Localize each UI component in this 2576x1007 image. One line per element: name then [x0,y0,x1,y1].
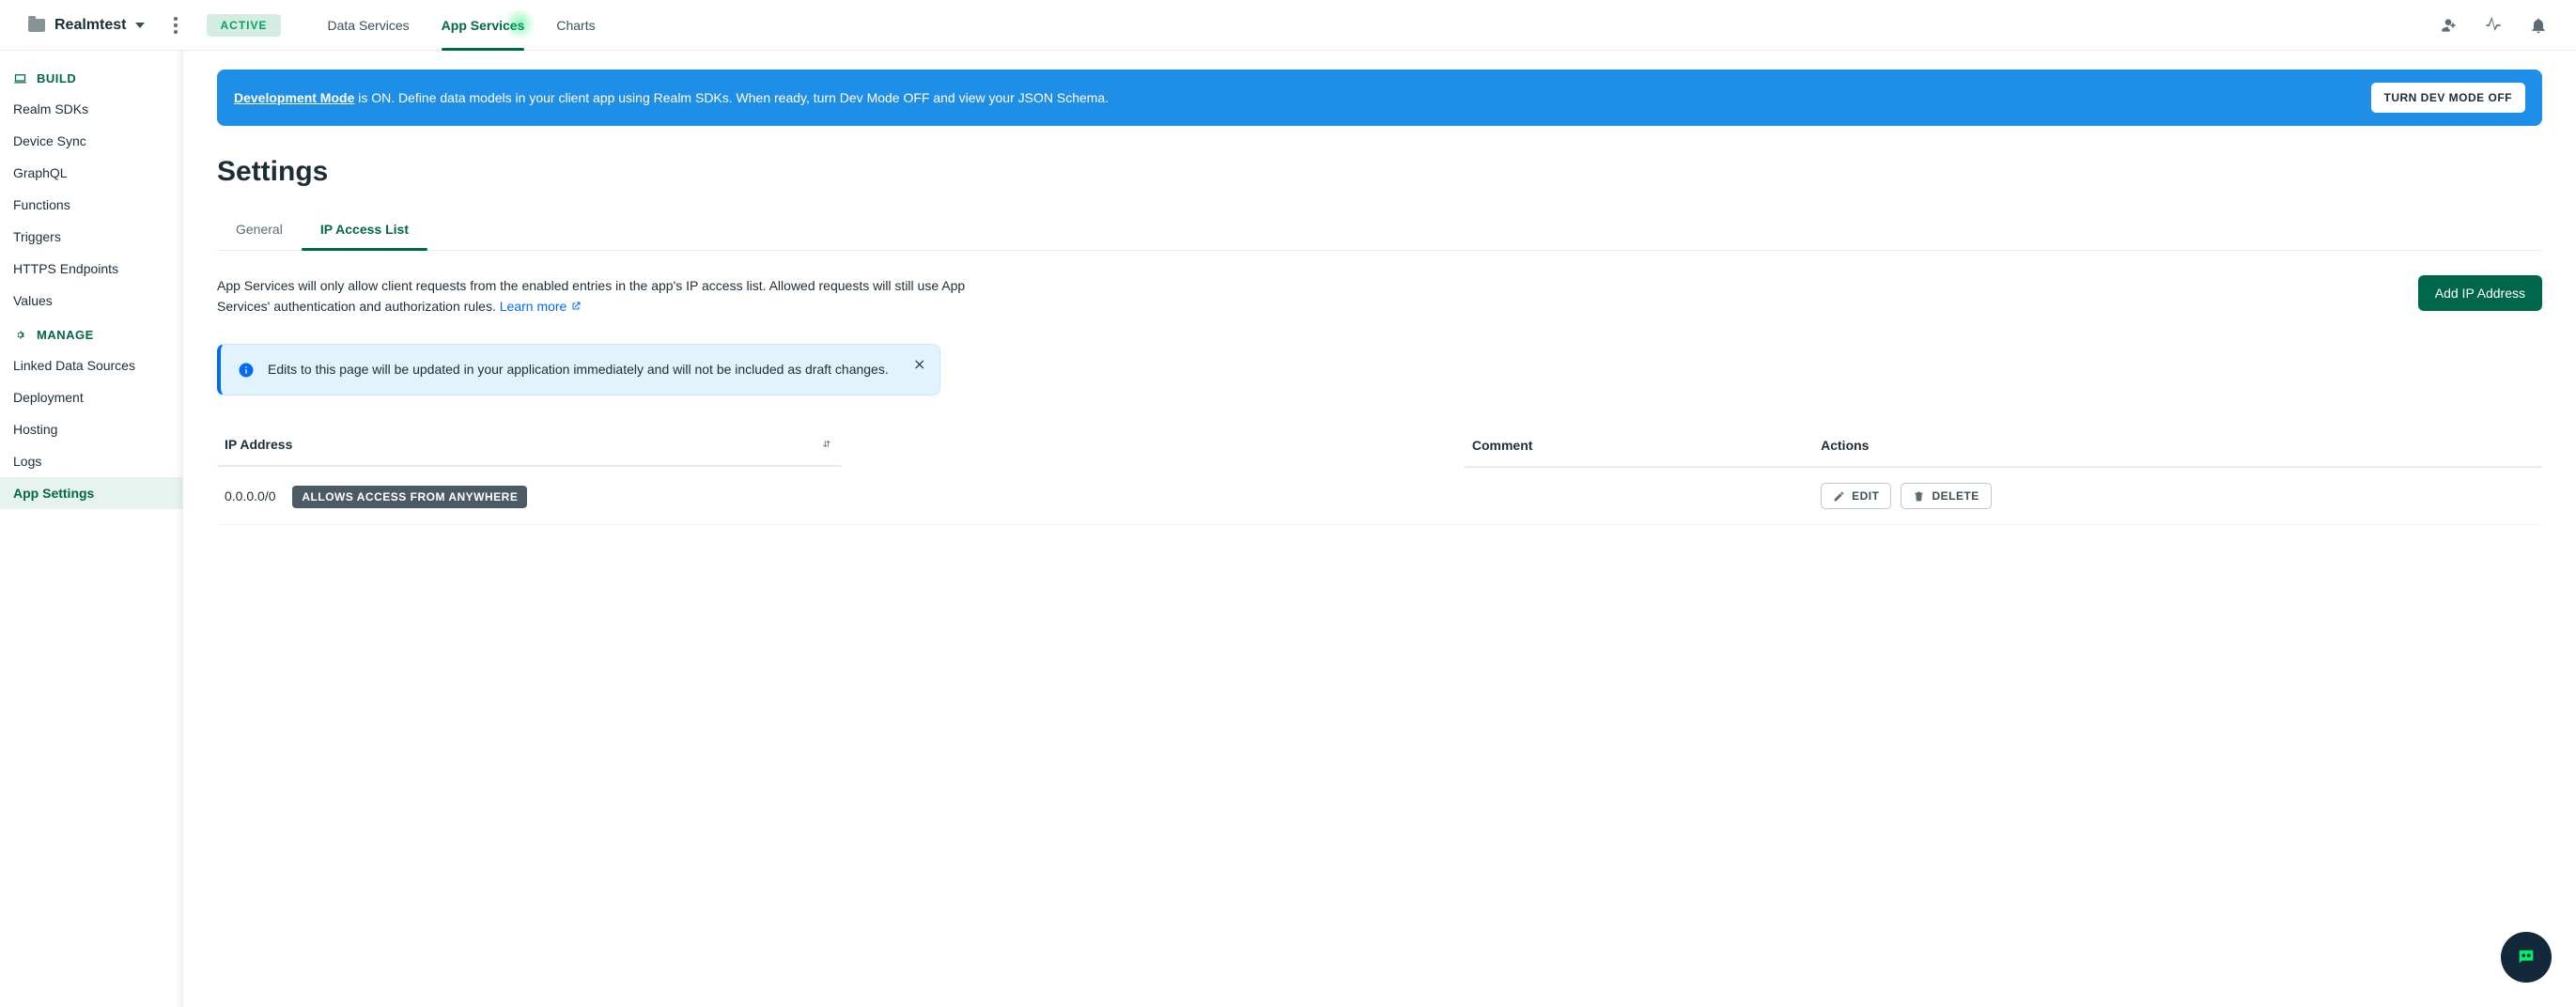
kebab-menu[interactable] [167,17,184,34]
page-title: Settings [217,156,2542,188]
sidebar-item-triggers[interactable]: Triggers [0,221,182,253]
sidebar-item-hosting[interactable]: Hosting [0,413,182,445]
status-badge: ACTIVE [207,14,280,37]
add-ip-address-button[interactable]: Add IP Address [2418,275,2542,311]
topbar-icons [2439,16,2548,35]
sidebar-item-functions[interactable]: Functions [0,189,182,221]
tab-charts[interactable]: Charts [556,0,595,50]
sidebar-item-https-endpoints[interactable]: HTTPS Endpoints [0,253,182,285]
external-link-icon [570,301,582,312]
delete-button[interactable]: DELETE [1901,483,1991,509]
sidebar-section-build-label: BUILD [37,71,76,85]
col-actions: Actions [1813,427,2542,467]
table-row: 0.0.0.0/0 ALLOWS ACCESS FROM ANYWHERE ED… [217,467,2542,525]
trash-icon [1913,490,1925,503]
tab-app-services[interactable]: App Services [442,0,525,50]
banner-rest: is ON. Define data models in your client… [354,90,1109,105]
cell-ip: 0.0.0.0/0 [225,488,276,504]
bell-icon[interactable] [2529,16,2548,35]
sidebar: BUILD Realm SDKs Device Sync GraphQL Fun… [0,51,183,1007]
turn-dev-mode-off-button[interactable]: TURN DEV MODE OFF [2371,83,2526,113]
sidebar-item-deployment[interactable]: Deployment [0,381,182,413]
tab-data-services[interactable]: Data Services [328,0,410,50]
project-name: Realmtest [54,17,126,34]
subtab-general[interactable]: General [217,212,302,250]
dev-mode-link[interactable]: Development Mode [234,90,354,105]
sidebar-item-values[interactable]: Values [0,285,182,317]
main-content: Development Mode is ON. Define data mode… [183,51,2576,1007]
project-selector[interactable]: Realmtest [28,17,145,34]
sidebar-section-build: BUILD [0,60,182,93]
cell-comment [1465,467,1813,525]
col-comment: Comment [1465,427,1813,467]
subtab-ip-access-list[interactable]: IP Access List [302,212,427,250]
chat-fab[interactable] [2501,932,2552,983]
ip-access-description: App Services will only allow client requ… [217,275,997,318]
delete-button-label: DELETE [1932,489,1979,503]
description-text: App Services will only allow client requ… [217,278,965,314]
info-callout: Edits to this page will be updated in yo… [217,344,940,396]
sidebar-item-logs[interactable]: Logs [0,445,182,477]
folder-icon [28,19,45,32]
learn-more-link[interactable]: Learn more [500,299,582,314]
info-callout-text: Edits to this page will be updated in yo… [268,360,917,380]
edit-button-label: EDIT [1852,489,1879,503]
chevron-down-icon [135,23,145,28]
top-nav-tabs: Data Services App Services Charts [328,0,596,50]
sidebar-section-manage: MANAGE [0,317,182,349]
sidebar-item-realm-sdks[interactable]: Realm SDKs [0,93,182,125]
access-anywhere-chip: ALLOWS ACCESS FROM ANYWHERE [292,486,527,508]
sidebar-section-manage-label: MANAGE [37,328,94,342]
sidebar-item-app-settings[interactable]: App Settings [0,477,182,509]
chat-icon [2516,947,2537,968]
activity-icon[interactable] [2484,16,2503,35]
close-icon[interactable] [913,358,926,371]
pencil-icon [1833,490,1845,503]
edit-button[interactable]: EDIT [1821,483,1891,509]
sidebar-item-device-sync[interactable]: Device Sync [0,125,182,157]
dev-mode-banner: Development Mode is ON. Define data mode… [217,70,2542,126]
col-ip-address[interactable]: IP Address [225,437,292,452]
gear-icon [13,328,27,342]
banner-text: Development Mode is ON. Define data mode… [234,90,1109,105]
invite-icon[interactable] [2439,16,2458,35]
info-icon [238,362,255,379]
topbar: Realmtest ACTIVE Data Services App Servi… [0,0,2576,51]
sort-icon[interactable] [820,438,833,451]
sidebar-item-graphql[interactable]: GraphQL [0,157,182,189]
ip-access-table: IP Address Comment Actions 0.0.0.0/0 ALL… [217,427,2542,525]
laptop-icon [13,71,27,85]
sidebar-item-linked-data-sources[interactable]: Linked Data Sources [0,349,182,381]
settings-subtabs: General IP Access List [217,212,2542,251]
